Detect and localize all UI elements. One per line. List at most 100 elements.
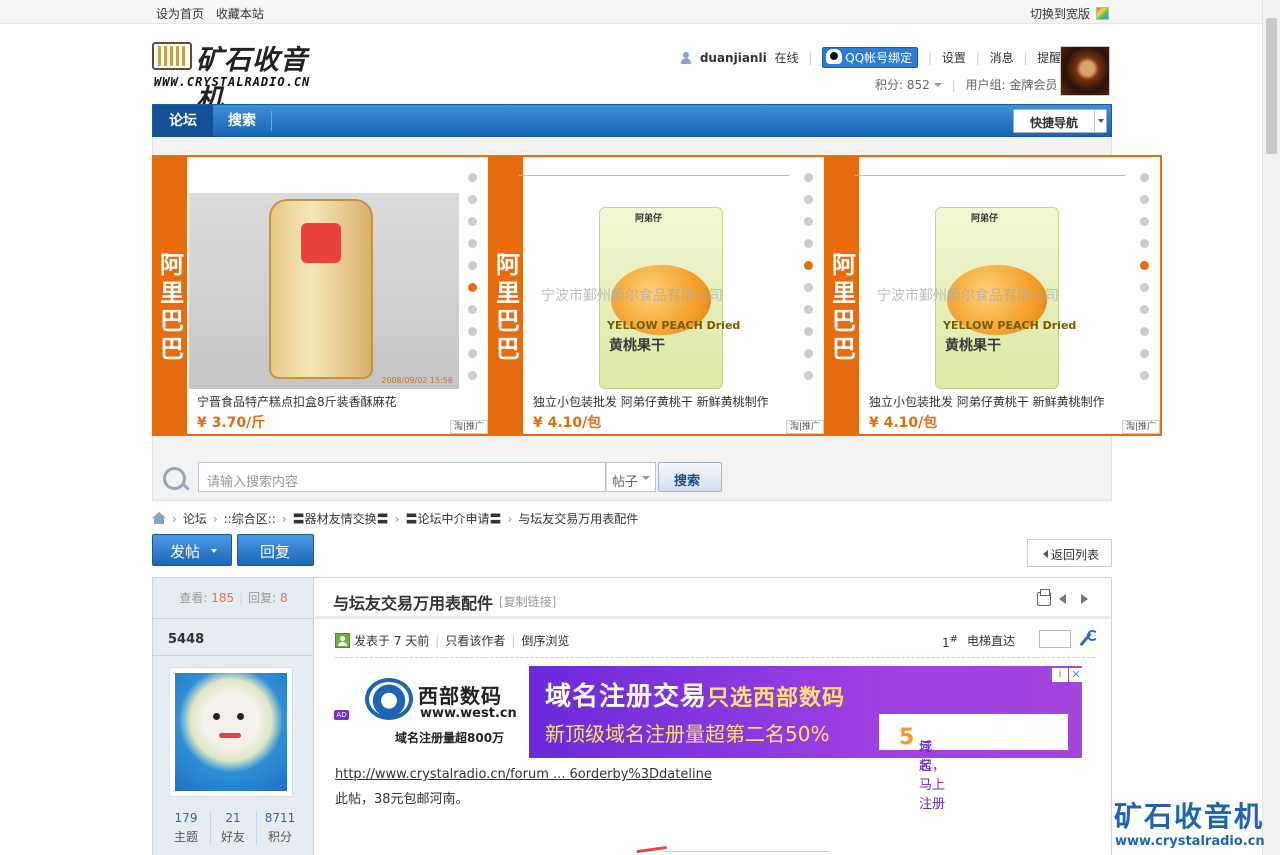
stat-label: 积分 <box>267 830 292 844</box>
carousel-dot[interactable] <box>1140 195 1149 204</box>
chevron-down-icon <box>642 476 650 480</box>
post-link[interactable]: http://www.crystalradio.cn/forum ... 6or… <box>335 767 712 782</box>
post-title-bar: 与坛友交易万用表配件 [复制链接] <box>315 578 1111 619</box>
ad-title[interactable]: 宁晋食品特产糕点扣盒8斤装香酥麻花 <box>197 393 397 410</box>
nav-forum[interactable]: 论坛 <box>153 105 213 137</box>
carousel-dot[interactable] <box>1140 349 1149 358</box>
breadcrumb-item[interactable]: 〓论坛中介申请〓 <box>405 512 501 526</box>
back-to-list-button[interactable]: 返回列表 <box>1027 539 1112 567</box>
switch-wide-link[interactable]: 切换到宽版 <box>1030 7 1090 21</box>
set-home-link[interactable]: 设为首页 <box>156 7 204 21</box>
quick-nav-label: 快捷导航 <box>1030 116 1079 130</box>
bookmark-link[interactable]: 收藏本站 <box>216 7 264 21</box>
search-input[interactable]: 请输入搜索内容 <box>198 462 606 492</box>
points-label: 积分: 852 <box>875 78 930 92</box>
author-name[interactable]: 5448 <box>168 632 204 647</box>
carousel-dot[interactable] <box>1140 327 1149 336</box>
carousel-dot[interactable] <box>468 173 477 182</box>
scrollbar-thumb[interactable] <box>1266 18 1277 154</box>
image-fragment <box>636 845 668 855</box>
product-image[interactable]: 阿弟仔 YELLOW PEACH Dried 黄桃果干 宁波市鄞州畅尔食品有限公… <box>855 175 1131 389</box>
usergroup-link[interactable]: 用户组: 金牌会员 <box>965 78 1057 92</box>
breadcrumb-item[interactable]: ::综合区:: <box>224 512 276 526</box>
product-image[interactable]: 阿弟仔 YELLOW PEACH Dried 黄桃果干 宁波市鄞州畅尔食品有限公… <box>519 175 795 389</box>
ad-card[interactable]: 阿里巴巴 阿弟仔 YELLOW PEACH Dried 黄桃果干 宁波市鄞州畅尔… <box>826 157 1160 434</box>
theme-color-icon[interactable] <box>1096 7 1110 20</box>
carousel-dot[interactable] <box>804 195 813 204</box>
points-menu[interactable]: 积分: 852 <box>875 78 942 92</box>
carousel-dot[interactable] <box>468 239 477 248</box>
carousel-dot-active[interactable] <box>468 283 477 292</box>
breadcrumb-item[interactable]: 与坛友交易万用表配件 <box>518 512 638 526</box>
vertical-scrollbar[interactable] <box>1262 0 1280 855</box>
ad-info-icon[interactable]: i <box>1052 668 1068 682</box>
floating-site-ad[interactable]: 矿石收音机 www.crystalradio.cn <box>1112 795 1272 855</box>
reply-button[interactable]: 回复 <box>237 534 314 566</box>
reminders-link[interactable]: 提醒 <box>1037 49 1061 66</box>
reverse-order-link[interactable]: 倒序浏览 <box>521 634 569 648</box>
breadcrumb-item[interactable]: 论坛 <box>183 512 207 526</box>
jump-floor-input[interactable] <box>1039 630 1071 648</box>
quick-nav-button[interactable]: 快捷导航 <box>1013 109 1107 133</box>
print-icon[interactable] <box>1037 589 1051 606</box>
only-author-link[interactable]: 只看该作者 <box>445 634 505 648</box>
wrench-icon[interactable] <box>1077 630 1098 648</box>
carousel-dot[interactable] <box>804 173 813 182</box>
carousel-dot[interactable] <box>468 349 477 358</box>
carousel-dot[interactable] <box>468 261 477 270</box>
carousel-dot[interactable] <box>1140 283 1149 292</box>
qq-bind-button[interactable]: QQ帐号绑定 <box>822 47 919 68</box>
site-logo[interactable]: 矿石收音机 WWW.CRYSTALRADIO.CN <box>152 38 332 115</box>
new-post-button[interactable]: 发帖 <box>152 534 232 566</box>
breadcrumb-item[interactable]: 〓器材友情交换〓 <box>293 512 389 526</box>
ad-card[interactable]: 阿里巴巴 2008/09/02 15:56 宁晋食品特产糕点扣盒8斤装香酥麻花 … <box>154 157 488 434</box>
user-avatar[interactable] <box>1060 46 1110 96</box>
carousel-dot[interactable] <box>1140 371 1149 380</box>
carousel-dot[interactable] <box>1140 305 1149 314</box>
banner-ad[interactable]: AD 西部数码 www.west.cn 域名注册量超800万 域名注册交易只选西… <box>332 666 1083 812</box>
author-stat[interactable]: 179 主题 <box>163 811 209 845</box>
ad-card[interactable]: 阿里巴巴 阿弟仔 YELLOW PEACH Dried 黄桃果干 宁波市鄞州畅尔… <box>490 157 824 434</box>
carousel-dot[interactable] <box>804 349 813 358</box>
search-button[interactable]: 搜索 <box>658 462 722 492</box>
carousel-dot[interactable] <box>804 217 813 226</box>
nav-search[interactable]: 搜索 <box>213 105 271 137</box>
author-stat[interactable]: 21 好友 <box>210 811 256 845</box>
carousel-dot[interactable] <box>468 327 477 336</box>
username-link[interactable]: duanjianli <box>700 51 767 65</box>
carousel-dot[interactable] <box>468 305 477 314</box>
ad-title[interactable]: 独立小包装批发 阿弟仔黄桃干 新鲜黄桃制作 <box>869 393 1105 410</box>
carousel-dot[interactable] <box>1140 173 1149 182</box>
copy-link[interactable]: [复制链接] <box>499 593 556 610</box>
messages-link[interactable]: 消息 <box>990 49 1014 66</box>
floor-number[interactable]: 1# <box>942 634 958 650</box>
ad-price: ¥ 4.10/包 <box>869 415 938 431</box>
carousel-dot[interactable] <box>468 371 477 380</box>
carousel-dot[interactable] <box>804 327 813 336</box>
carousel-dot[interactable] <box>1140 217 1149 226</box>
top-bar: 设为首页 收藏本站 切换到宽版 <box>0 0 1262 24</box>
carousel-dot-active[interactable] <box>1140 261 1149 270</box>
carousel-dot[interactable] <box>804 239 813 248</box>
prev-thread-icon[interactable] <box>1057 592 1071 606</box>
chevron-left-icon <box>1043 550 1048 558</box>
author-avatar[interactable] <box>169 667 293 797</box>
carousel-dot[interactable] <box>804 283 813 292</box>
carousel-dot[interactable] <box>1140 239 1149 248</box>
search-type-select[interactable]: 帖子 <box>606 462 656 492</box>
home-icon[interactable] <box>152 512 166 524</box>
ad-title[interactable]: 独立小包装批发 阿弟仔黄桃干 新鲜黄桃制作 <box>533 393 769 410</box>
carousel-dot[interactable] <box>468 195 477 204</box>
floating-ad-title: 矿石收音机 <box>1114 800 1265 833</box>
settings-link[interactable]: 设置 <box>942 49 966 66</box>
next-thread-icon[interactable] <box>1077 592 1091 606</box>
author-stat[interactable]: 8711 积分 <box>257 811 303 845</box>
ad-badge: AD <box>334 710 349 720</box>
banner-cta-button[interactable]: 域名 5 元起，马上注册 <box>879 714 1068 812</box>
carousel-dot[interactable] <box>468 217 477 226</box>
product-image[interactable]: 2008/09/02 15:56 <box>189 193 459 389</box>
carousel-dot[interactable] <box>804 305 813 314</box>
carousel-dot-active[interactable] <box>804 261 813 270</box>
carousel-dot[interactable] <box>804 371 813 380</box>
close-icon[interactable]: ✕ <box>1069 668 1083 682</box>
